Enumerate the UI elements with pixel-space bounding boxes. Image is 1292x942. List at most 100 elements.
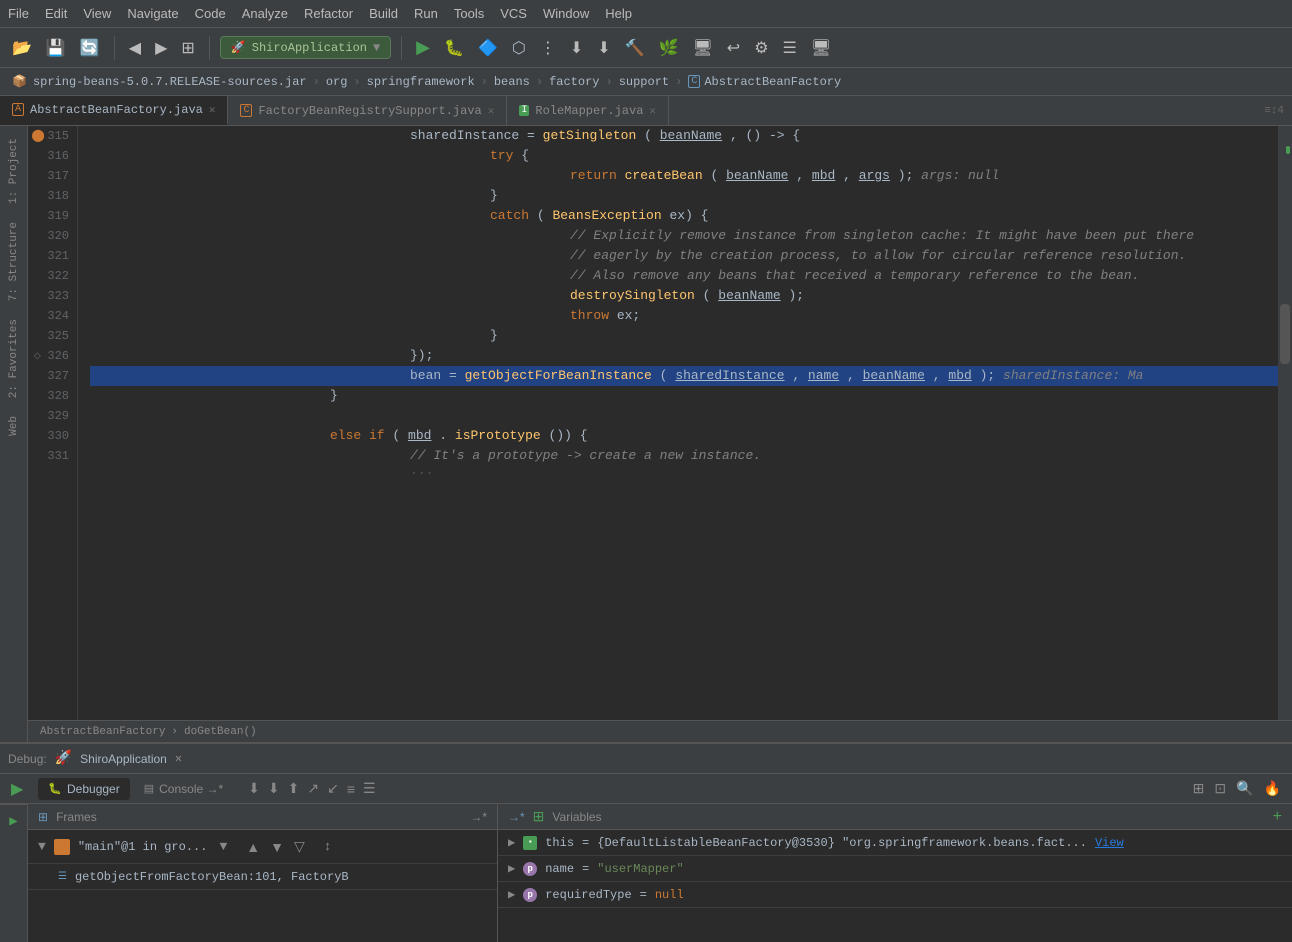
menu-edit[interactable]: Edit [45,6,67,21]
debug-layout-btn[interactable]: ⊞ [1190,777,1208,800]
code-line-323: destroySingleton ( beanName ); [90,286,1278,306]
layout-btn[interactable]: ☰ [779,34,801,62]
debug-resume-sidebar-btn[interactable]: ▶ [5,809,21,834]
terminal-btn[interactable]: 🖥 [807,34,835,62]
menu-refactor[interactable]: Refactor [304,6,353,21]
sidebar-tab-favorites[interactable]: 2: Favorites [4,311,24,406]
debug-search-btn[interactable]: 🔍 [1233,777,1256,800]
line-num-317: 317 [28,166,69,186]
thread-controls: ▲ ▼ ▽ [243,835,308,858]
step-over-btn[interactable]: ⬇ [566,34,587,62]
breadcrumb-sep4: › [536,75,543,89]
debug-step-into-btn[interactable]: ⬇ [265,777,283,800]
thread-dropdown[interactable]: ▼ [219,839,227,854]
debug-app-name: ShiroApplication [80,752,167,766]
var-expand-required[interactable]: ▶ [508,887,515,902]
debug-right-buttons: ⊞ ⊡ 🔍 🔥 [1190,777,1284,800]
open-folder-btn[interactable]: 📂 [8,34,36,62]
code-line-326: }); [90,346,1278,366]
var-expand-this[interactable]: ▶ [508,835,515,850]
thread-filter-btn[interactable]: ▽ [291,835,308,858]
tool1-btn[interactable]: 🔨 [621,34,649,62]
debug-resume-btn[interactable]: ▶ [8,776,26,802]
fold-icon-326[interactable]: ◇ [31,346,43,366]
profile-btn[interactable]: ⬡ [508,34,530,62]
step-into-btn[interactable]: ⬇ [593,34,614,62]
tabs-bar: A AbstractBeanFactory.java ✕ C FactoryBe… [0,96,1292,126]
debug-force-btn[interactable]: ↙ [324,777,342,800]
debug-restore-btn[interactable]: ⊡ [1211,777,1229,800]
tab-close-0[interactable]: ✕ [209,103,216,117]
menu-file[interactable]: File [8,6,29,21]
coverage-btn[interactable]: 🔷 [474,34,502,62]
code-line-317: return createBean ( beanName , mbd , arg… [90,166,1278,186]
debug-tab-debugger[interactable]: 🐛 Debugger [38,778,129,800]
debug-thread-row[interactable]: ▼ ⬤ "main"@1 in gro... ▼ ▲ ▼ ▽ ↕ [28,830,497,864]
tab-label-0: AbstractBeanFactory.java [30,103,203,117]
variables-add-btn[interactable]: + [1273,808,1282,826]
breadcrumb-class[interactable]: AbstractBeanFactory [704,75,841,89]
sidebar-tab-web[interactable]: Web [4,408,24,444]
breadcrumb-org[interactable]: org [326,75,348,89]
code-line-327: bean = getObjectForBeanInstance ( shared… [90,366,1278,386]
more-run-btn[interactable]: ⋮ [536,34,560,62]
tab-abstract-bean-factory[interactable]: A AbstractBeanFactory.java ✕ [0,96,228,125]
debug-step-over-btn[interactable]: ⬇ [245,777,263,800]
toggle-view-btn[interactable]: ⊞ [177,34,198,62]
code-content: sharedInstance = getSingleton ( beanName… [78,126,1278,720]
thread-step-up-btn[interactable]: ▲ [243,835,263,858]
run-config-selector[interactable]: 🚀 ShiroApplication ▼ [220,36,391,59]
var-expand-name[interactable]: ▶ [508,861,515,876]
menu-vcs[interactable]: VCS [500,6,527,21]
run-btn[interactable]: ▶ [412,33,434,62]
debug-jump-btn[interactable]: ↗ [304,777,322,800]
frames-forward-icon[interactable]: →* [470,810,487,824]
back-btn[interactable]: ◀ [125,34,145,62]
undo-btn[interactable]: ↩ [723,34,744,62]
toolbar-sep1 [114,36,115,60]
breadcrumb-jar[interactable]: spring-beans-5.0.7.RELEASE-sources.jar [33,75,307,89]
settings-btn[interactable]: ⚙ [750,34,772,62]
menu-navigate[interactable]: Navigate [127,6,178,21]
menu-help[interactable]: Help [605,6,632,21]
scrollbar-thumb[interactable] [1280,304,1290,364]
debug-close-btn[interactable]: ✕ [175,751,182,766]
debug-watch-btn[interactable]: ☰ [360,777,379,800]
tool2-btn[interactable]: 🌿 [655,34,683,62]
sidebar-tab-project[interactable]: 1: Project [4,130,24,212]
breadcrumb-beans[interactable]: beans [494,75,530,89]
menu-code[interactable]: Code [195,6,226,21]
forward-btn[interactable]: ▶ [151,34,171,62]
right-scrollbar[interactable] [1278,126,1292,720]
menu-window[interactable]: Window [543,6,589,21]
frame-icon-0: ☰ [58,871,67,883]
sidebar-tab-structure[interactable]: 7: Structure [4,214,24,309]
debug-eval-btn[interactable]: ≡ [344,777,358,800]
sync-btn[interactable]: 🔄 [76,34,104,62]
tab-close-1[interactable]: ✕ [488,104,495,118]
tab-close-2[interactable]: ✕ [649,104,656,118]
debug-fire-btn[interactable]: 🔥 [1261,777,1284,800]
menu-tools[interactable]: Tools [454,6,484,21]
thread-expand-icon[interactable]: ▼ [38,839,46,854]
menu-view[interactable]: View [83,6,111,21]
debug-frames-panel: ⊞ Frames →* ▼ ⬤ "main"@1 in gro... ▼ ▲ ▼… [28,804,498,942]
menu-analyze[interactable]: Analyze [242,6,288,21]
tool3-btn[interactable]: 🖥 [688,34,716,62]
menu-build[interactable]: Build [369,6,398,21]
breadcrumb-support[interactable]: support [619,75,669,89]
debug-btn[interactable]: 🐛 [440,34,468,62]
debug-frame-row-0[interactable]: ☰ getObjectFromFactoryBean:101, FactoryB [28,864,497,890]
save-btn[interactable]: 💾 [42,34,70,62]
tab-factory-bean-registry[interactable]: C FactoryBeanRegistrySupport.java ✕ [228,96,507,125]
tab-role-mapper[interactable]: I RoleMapper.java ✕ [507,96,669,125]
var-value-this-link[interactable]: View [1095,836,1124,850]
breadcrumb-factory[interactable]: factory [549,75,599,89]
breadcrumb-spring[interactable]: springframework [367,75,475,89]
debug-tab-console[interactable]: ▤ Console →* [134,778,233,800]
thread-settings-icon[interactable]: ↕ [324,839,332,854]
menu-run[interactable]: Run [414,6,438,21]
thread-step-down-btn[interactable]: ▼ [267,835,287,858]
debug-left-actions: ▶ [8,776,26,802]
debug-step-out-btn[interactable]: ⬆ [285,777,303,800]
